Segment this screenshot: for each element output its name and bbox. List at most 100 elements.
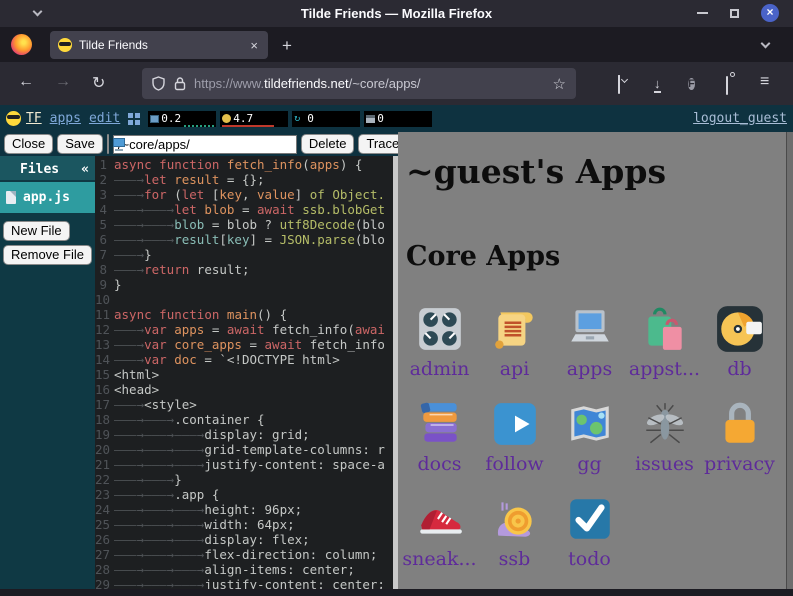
- close-tab-icon[interactable]: ×: [248, 38, 260, 53]
- code-line-8[interactable]: 8———→return result;: [95, 262, 393, 277]
- app-docs[interactable]: docs: [402, 395, 477, 490]
- control-knobs-icon[interactable]: [415, 304, 465, 354]
- app-api[interactable]: api: [477, 300, 552, 395]
- close-button[interactable]: Close: [4, 134, 53, 154]
- app-label[interactable]: admin: [410, 358, 470, 380]
- code-line-6[interactable]: 6———→———→result[key] = JSON.parse(blo: [95, 232, 393, 247]
- shopping-bags-icon[interactable]: [640, 304, 690, 354]
- app-appst[interactable]: appst...: [627, 300, 702, 395]
- laptop-icon[interactable]: [565, 304, 615, 354]
- lock-icon[interactable]: [174, 76, 186, 91]
- code-line-26[interactable]: 26———→———→———→display: flex;: [95, 532, 393, 547]
- code-line-25[interactable]: 25———→———→———→width: 64px;: [95, 517, 393, 532]
- downloads-icon[interactable]: ↓: [654, 75, 661, 93]
- app-label[interactable]: db: [727, 358, 751, 380]
- code-line-10[interactable]: 10: [95, 292, 393, 307]
- code-line-28[interactable]: 28———→———→———→align-items: center;: [95, 562, 393, 577]
- tf-home-link[interactable]: TF: [26, 111, 42, 126]
- app-label[interactable]: ssb: [499, 548, 531, 570]
- right-arrow-icon[interactable]: [490, 399, 540, 449]
- app-path-input[interactable]: [113, 135, 297, 154]
- bookmark-star-icon[interactable]: ☆: [553, 75, 566, 93]
- app-label[interactable]: apps: [567, 358, 612, 380]
- apps-grid-icon[interactable]: [128, 113, 140, 125]
- panel-scrollbar[interactable]: [786, 132, 793, 589]
- apps-link[interactable]: apps: [50, 111, 81, 126]
- app-label[interactable]: follow: [485, 453, 543, 475]
- code-line-24[interactable]: 24———→———→———→height: 96px;: [95, 502, 393, 517]
- scroll-icon[interactable]: [490, 304, 540, 354]
- app-label[interactable]: issues: [635, 453, 694, 475]
- url-bar[interactable]: https://www.tildefriends.net/~core/apps/…: [142, 68, 576, 99]
- app-label[interactable]: privacy: [704, 453, 775, 475]
- app-label[interactable]: gg: [577, 453, 601, 475]
- app-issues[interactable]: issues: [627, 395, 702, 490]
- code-editor[interactable]: 1async function fetch_info(apps) {2———→l…: [95, 156, 393, 589]
- app-apps[interactable]: apps: [552, 300, 627, 395]
- terminal-button[interactable]: [107, 134, 109, 154]
- app-ssb[interactable]: ssb: [477, 490, 552, 585]
- code-line-27[interactable]: 27———→———→———→flex-direction: column;: [95, 547, 393, 562]
- code-line-17[interactable]: 17———→<style>: [95, 397, 393, 412]
- code-line-20[interactable]: 20———→———→———→grid-template-columns: r: [95, 442, 393, 457]
- snail-icon[interactable]: [490, 494, 540, 544]
- code-line-4[interactable]: 4———→———→let blob = await ssb.blobGet: [95, 202, 393, 217]
- save-button[interactable]: Save: [57, 134, 103, 154]
- app-follow[interactable]: follow: [477, 395, 552, 490]
- running-shoe-icon[interactable]: [415, 494, 465, 544]
- new-tab-button[interactable]: +: [282, 36, 292, 56]
- code-line-1[interactable]: 1async function fetch_info(apps) {: [95, 157, 393, 172]
- new-file-button[interactable]: New File: [3, 221, 70, 241]
- restore-icon[interactable]: [730, 9, 739, 18]
- code-line-3[interactable]: 3———→for (let [key, value] of Object.: [95, 187, 393, 202]
- file-item-appjs[interactable]: app.js: [0, 182, 95, 213]
- remove-file-button[interactable]: Remove File: [3, 245, 92, 265]
- app-label[interactable]: docs: [418, 453, 462, 475]
- code-line-11[interactable]: 11async function main() {: [95, 307, 393, 322]
- code-line-21[interactable]: 21———→———→———→justify-content: space-a: [95, 457, 393, 472]
- code-line-18[interactable]: 18———→———→.container {: [95, 412, 393, 427]
- code-line-15[interactable]: 15<html>: [95, 367, 393, 382]
- mosquito-icon[interactable]: [640, 399, 690, 449]
- shield-icon[interactable]: [152, 76, 165, 91]
- menu-icon[interactable]: ≡: [760, 73, 769, 91]
- code-line-13[interactable]: 13———→var core_apps = await fetch_info: [95, 337, 393, 352]
- check-box-icon[interactable]: [565, 494, 615, 544]
- code-line-22[interactable]: 22———→———→}: [95, 472, 393, 487]
- logout-link[interactable]: logout_guest: [693, 111, 787, 126]
- world-map-icon[interactable]: [565, 399, 615, 449]
- code-line-14[interactable]: 14———→var doc = `<!DOCTYPE html>: [95, 352, 393, 367]
- firefox-logo-icon[interactable]: [11, 34, 32, 55]
- account-icon[interactable]: F: [688, 74, 695, 94]
- reload-button[interactable]: ↻: [92, 73, 105, 93]
- code-line-7[interactable]: 7———→}: [95, 247, 393, 262]
- edit-link[interactable]: edit: [89, 111, 120, 126]
- pocket-icon[interactable]: [618, 76, 620, 94]
- app-label[interactable]: sneak...: [402, 548, 476, 570]
- app-privacy[interactable]: privacy: [702, 395, 777, 490]
- collapse-panel-icon[interactable]: «: [81, 162, 89, 177]
- computer-disc-icon[interactable]: [715, 304, 765, 354]
- code-line-12[interactable]: 12———→var apps = await fetch_info(awai: [95, 322, 393, 337]
- code-line-23[interactable]: 23———→———→.app {: [95, 487, 393, 502]
- list-tabs-chevron-icon[interactable]: [761, 39, 771, 49]
- back-button[interactable]: ←: [18, 73, 34, 91]
- code-line-2[interactable]: 2———→let result = {};: [95, 172, 393, 187]
- books-icon[interactable]: [415, 399, 465, 449]
- delete-button[interactable]: Delete: [301, 134, 355, 154]
- code-line-5[interactable]: 5———→———→blob = blob ? utf8Decode(blo: [95, 217, 393, 232]
- app-db[interactable]: db: [702, 300, 777, 395]
- close-window-icon[interactable]: ×: [761, 4, 779, 22]
- app-label[interactable]: api: [500, 358, 530, 380]
- code-line-29[interactable]: 29———→———→———→justify-content: center;: [95, 577, 393, 589]
- extensions-icon[interactable]: [726, 77, 728, 95]
- code-line-16[interactable]: 16<head>: [95, 382, 393, 397]
- app-gg[interactable]: gg: [552, 395, 627, 490]
- app-label[interactable]: todo: [568, 548, 611, 570]
- app-sneak[interactable]: sneak...: [402, 490, 477, 585]
- app-admin[interactable]: admin: [402, 300, 477, 395]
- minimize-icon[interactable]: [697, 12, 708, 14]
- app-label[interactable]: appst...: [629, 358, 700, 380]
- locked-padlock-icon[interactable]: [715, 399, 765, 449]
- app-todo[interactable]: todo: [552, 490, 627, 585]
